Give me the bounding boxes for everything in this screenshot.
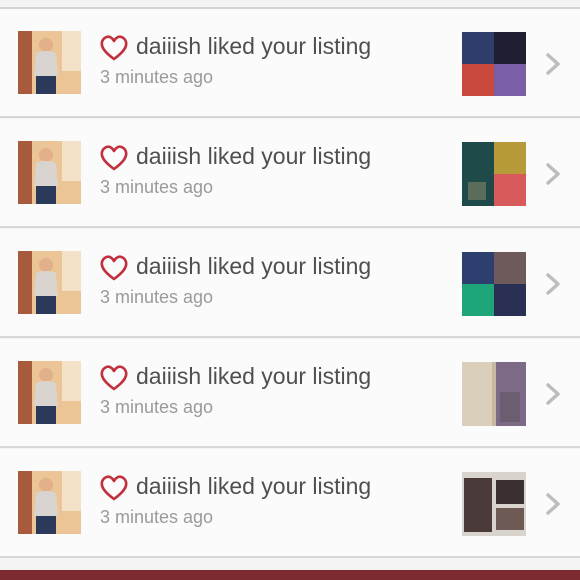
listing-thumbnail[interactable] [462, 252, 526, 316]
notification-time: 3 minutes ago [100, 67, 214, 87]
notification-row[interactable]: daiiish liked your listing 3 minutes ago [0, 339, 580, 448]
notification-time: 3 minutes ago [100, 287, 214, 307]
notification-title: daiiish liked your listing [136, 143, 372, 169]
notification-title: daiiish liked your listing [136, 363, 372, 389]
heart-icon[interactable] [99, 474, 129, 502]
user-avatar[interactable] [18, 141, 81, 204]
heart-icon[interactable] [99, 254, 129, 282]
footer-bar [0, 570, 580, 580]
notification-time: 3 minutes ago [100, 507, 214, 527]
listing-thumbnail[interactable] [462, 142, 526, 206]
user-avatar[interactable] [18, 31, 81, 94]
notification-title: daiiish liked your listing [136, 253, 372, 279]
listing-thumbnail[interactable] [462, 362, 526, 426]
chevron-right-icon[interactable] [542, 381, 564, 407]
notification-time: 3 minutes ago [100, 177, 214, 197]
chevron-right-icon[interactable] [542, 491, 564, 517]
heart-icon[interactable] [99, 364, 129, 392]
user-avatar[interactable] [18, 361, 81, 424]
chevron-right-icon[interactable] [542, 51, 564, 77]
listing-thumbnail[interactable] [462, 472, 526, 536]
heart-icon[interactable] [99, 144, 129, 172]
chevron-right-icon[interactable] [542, 161, 564, 187]
listing-thumbnail[interactable] [462, 32, 526, 96]
notification-time: 3 minutes ago [100, 397, 214, 417]
user-avatar[interactable] [18, 251, 81, 314]
notification-title: daiiish liked your listing [136, 33, 372, 59]
notification-row[interactable]: daiiish liked your listing 3 minutes ago [0, 229, 580, 338]
notification-row[interactable]: daiiish liked your listing 3 minutes ago [0, 9, 580, 118]
user-avatar[interactable] [18, 471, 81, 534]
notification-row[interactable]: daiiish liked your listing 3 minutes ago [0, 449, 580, 558]
chevron-right-icon[interactable] [542, 271, 564, 297]
notification-title: daiiish liked your listing [136, 473, 372, 499]
notification-row[interactable]: daiiish liked your listing 3 minutes ago [0, 119, 580, 228]
heart-icon[interactable] [99, 34, 129, 62]
notification-list: daiiish liked your listing 3 minutes ago [0, 0, 580, 580]
